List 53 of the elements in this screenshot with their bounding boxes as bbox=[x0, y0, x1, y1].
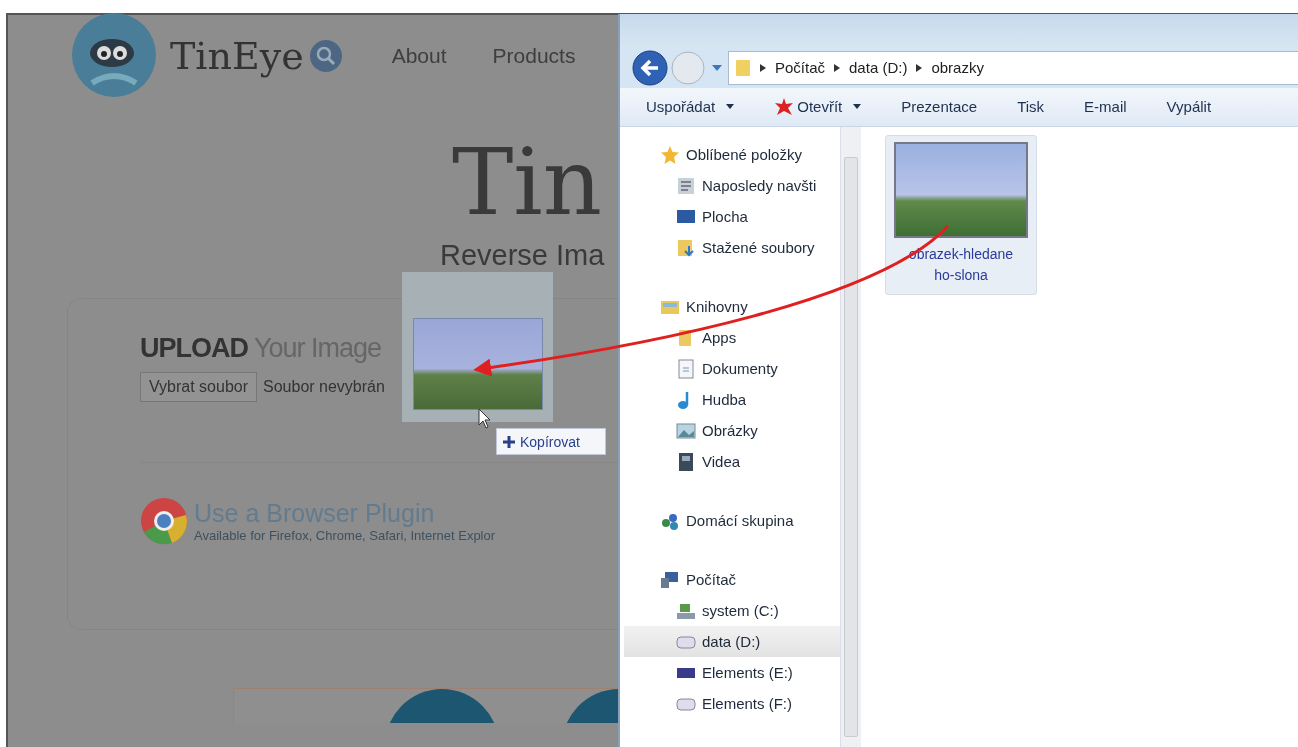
video-icon bbox=[676, 451, 696, 472]
dropdown-arrow-icon[interactable] bbox=[712, 64, 722, 71]
open-app-icon bbox=[774, 96, 795, 117]
browser-logo-icon bbox=[140, 497, 188, 545]
nav-tree-item[interactable]: Domácí skupina bbox=[624, 505, 840, 536]
toolbar-button[interactable]: Prezentace bbox=[901, 98, 978, 116]
nav-tree-item[interactable]: Oblíbené položky bbox=[624, 139, 840, 170]
nav-tree-item[interactable]: Stažené soubory bbox=[624, 232, 840, 263]
brand-name: TinEye bbox=[170, 34, 304, 78]
toolbar-button[interactable]: E-mail bbox=[1084, 98, 1127, 116]
file-status: Soubor nevybrán bbox=[263, 378, 385, 396]
nav-tree-item[interactable]: Elements (E:) bbox=[624, 657, 840, 688]
breadcrumb-separator-icon bbox=[760, 63, 766, 72]
subtitle: Reverse Ima bbox=[440, 239, 605, 272]
breadcrumb-item[interactable]: obrazky bbox=[931, 59, 984, 77]
toolbar-button[interactable]: Vypálit bbox=[1166, 98, 1212, 116]
computer-icon bbox=[660, 569, 680, 590]
breadcrumb-item[interactable]: data (D:) bbox=[849, 59, 908, 77]
toolbar-button[interactable]: Uspořádat bbox=[646, 98, 735, 116]
nav-tree-item[interactable]: Knihovny bbox=[624, 291, 840, 322]
robot-logo-icon bbox=[72, 13, 156, 97]
breadcrumb-item[interactable]: Počítač bbox=[775, 59, 826, 77]
doc-icon bbox=[676, 358, 696, 379]
download-icon bbox=[676, 237, 696, 258]
pic-icon bbox=[676, 420, 696, 441]
toolbar-button[interactable]: Otevřít bbox=[774, 96, 862, 117]
nav-tree-item[interactable]: Obrázky bbox=[624, 415, 840, 446]
search-icon bbox=[309, 40, 342, 72]
address-bar[interactable]: Počítač data (D:) obrazky bbox=[728, 50, 1298, 85]
nav-tree-item[interactable]: data (D:) bbox=[624, 626, 840, 657]
tooltip-text: Kopírovat bbox=[520, 433, 580, 450]
nav-tree-item[interactable]: Videa bbox=[624, 446, 840, 477]
recent-icon bbox=[676, 175, 696, 196]
plus-icon bbox=[503, 435, 515, 448]
nav-tree-item[interactable]: Hudba bbox=[624, 384, 840, 415]
plugin-description: Available for Firefox, Chrome, Safari, Internet Explor bbox=[194, 528, 496, 543]
scrollbar[interactable] bbox=[840, 127, 861, 747]
choose-file-button[interactable]: Vybrat soubor bbox=[140, 372, 257, 402]
nav-tree-item[interactable]: Apps bbox=[624, 322, 840, 353]
hero-title: Tin bbox=[452, 133, 603, 233]
mouse-pointer-icon bbox=[478, 408, 492, 430]
star-icon bbox=[660, 144, 680, 165]
breadcrumb-separator-icon bbox=[834, 63, 841, 72]
nav-tree-item[interactable]: Počítač bbox=[624, 564, 840, 595]
nav-tree-item[interactable]: Dokumenty bbox=[624, 353, 840, 384]
back-icon[interactable] bbox=[632, 49, 668, 86]
breadcrumb-separator-icon bbox=[916, 63, 923, 72]
folder-icon bbox=[735, 57, 751, 78]
toolbar-button[interactable]: Tisk bbox=[1017, 98, 1045, 116]
nav-tree-item[interactable]: system (C:) bbox=[624, 595, 840, 626]
nav-tree-item[interactable]: Naposledy navšti bbox=[624, 170, 840, 201]
nav-tree-item[interactable]: Elements (F:) bbox=[624, 688, 840, 719]
nav-tree-item[interactable]: Plocha bbox=[624, 201, 840, 232]
